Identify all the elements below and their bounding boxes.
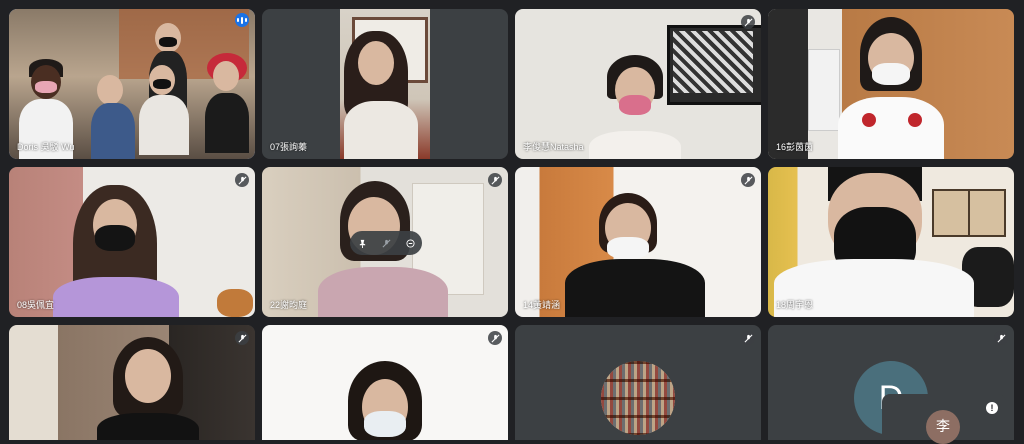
pin-icon[interactable] xyxy=(357,238,367,248)
participant-name: 14黃靖涵 xyxy=(523,300,561,310)
participant-name: 08吳佩宜 xyxy=(17,300,55,310)
participant-name: Doris 吳駁 Wu xyxy=(17,142,75,152)
self-view-tile[interactable]: 李 ! xyxy=(882,394,1006,444)
alert-icon[interactable]: ! xyxy=(986,402,998,414)
tile-hover-controls xyxy=(350,231,422,255)
participant-name: 22謝昀庭 xyxy=(270,300,308,310)
participant-avatar xyxy=(601,361,675,435)
participant-tile-doris-wu[interactable]: Doris 吳駁 Wu xyxy=(9,9,255,159)
mic-muted-icon xyxy=(994,331,1008,345)
participant-tile-natasha[interactable]: 李俊慧Natasha xyxy=(515,9,761,159)
mic-muted-icon xyxy=(741,173,755,187)
participant-tile-16[interactable]: 16彭茵茵 xyxy=(768,9,1014,159)
participant-tile-18[interactable]: 18周宇恩 xyxy=(768,167,1014,317)
participant-tile-row3-3[interactable] xyxy=(515,325,761,440)
mic-muted-icon xyxy=(741,15,755,29)
mic-muted-icon xyxy=(488,331,502,345)
participant-name: 18周宇恩 xyxy=(776,300,814,310)
mic-muted-icon xyxy=(488,173,502,187)
mic-muted-icon xyxy=(741,331,755,345)
self-avatar: 李 xyxy=(926,410,960,444)
mic-muted-icon xyxy=(235,331,249,345)
participant-tile-22[interactable]: 22謝昀庭 xyxy=(262,167,508,317)
participant-tile-08[interactable]: 08吳佩宜 xyxy=(9,167,255,317)
mute-participant-icon[interactable] xyxy=(381,238,391,248)
participant-tile-row3-2[interactable] xyxy=(262,325,508,440)
remove-icon[interactable] xyxy=(405,238,415,248)
speaking-indicator-icon xyxy=(235,13,249,27)
participant-name: 16彭茵茵 xyxy=(776,142,814,152)
participant-tile-row3-1[interactable] xyxy=(9,325,255,440)
participant-tile-07[interactable]: 07張詢蓁 xyxy=(262,9,508,159)
participant-tile-14[interactable]: 14黃靖涵 xyxy=(515,167,761,317)
participant-name: 07張詢蓁 xyxy=(270,142,308,152)
participant-name: 李俊慧Natasha xyxy=(523,142,584,152)
mic-muted-icon xyxy=(235,173,249,187)
